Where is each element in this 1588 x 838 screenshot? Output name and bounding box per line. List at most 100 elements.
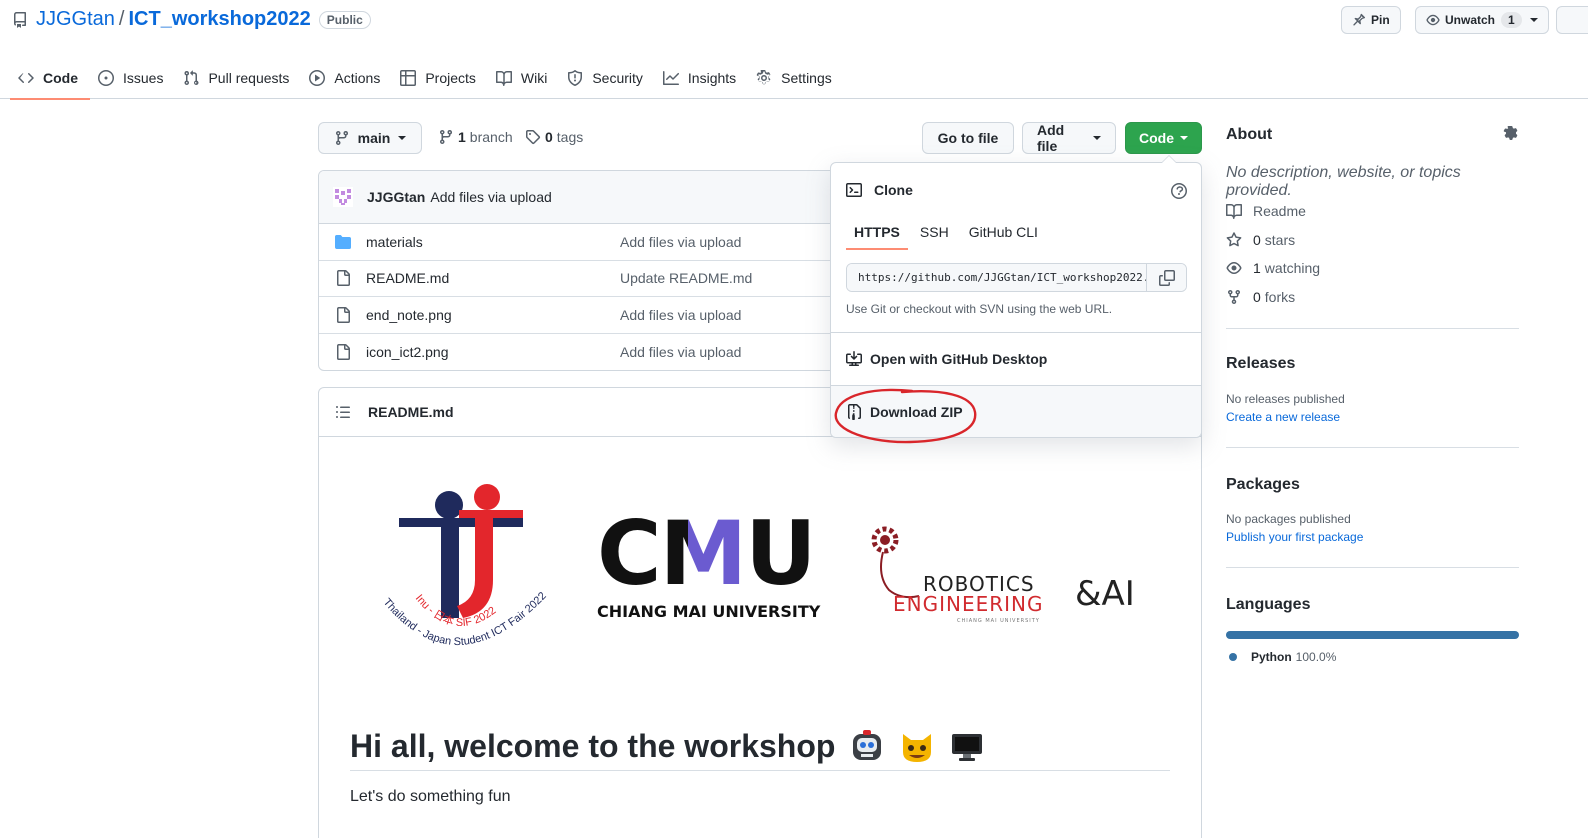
forks-label: forks xyxy=(1264,289,1296,306)
open-with-desktop-item[interactable]: Open with GitHub Desktop xyxy=(831,332,1201,385)
tab-actions[interactable]: Actions xyxy=(301,56,392,99)
tab-label: Security xyxy=(592,69,643,86)
robotics-amp-ai: &AI xyxy=(1075,574,1135,614)
readme-filename[interactable]: README.md xyxy=(368,404,454,420)
stars-count: 0 xyxy=(1253,231,1261,248)
graph-icon xyxy=(662,70,688,86)
about-title: About xyxy=(1226,126,1273,143)
branch-select-button[interactable]: main xyxy=(318,122,422,154)
unwatch-button[interactable]: Unwatch 1 xyxy=(1415,6,1549,34)
copy-icon[interactable] xyxy=(1146,264,1186,291)
commit-author[interactable]: JJGGtan xyxy=(367,189,425,205)
pin-button[interactable]: Pin xyxy=(1341,6,1401,34)
fork-button[interactable] xyxy=(1556,6,1588,34)
eye-icon xyxy=(1226,260,1253,276)
tag-icon xyxy=(525,129,545,145)
tab-label: Settings xyxy=(781,69,832,86)
repo-owner-link[interactable]: JJGGtan xyxy=(36,8,115,31)
tj-fair-logo: Thailand - Japan Student ICT Fair 2022 I… xyxy=(381,484,549,648)
issue-icon xyxy=(98,69,123,86)
tab-label: Insights xyxy=(687,69,737,86)
language-name: Python xyxy=(1251,650,1292,665)
cmu-logo-subtitle: CHIANG MAI UNIVERSITY xyxy=(597,602,821,621)
language-item[interactable]: Python 100.0% xyxy=(1226,650,1519,664)
tab-settings[interactable]: Settings xyxy=(748,56,844,99)
gear-icon[interactable] xyxy=(1503,126,1519,142)
file-commit-message[interactable]: Add files via upload xyxy=(620,307,741,323)
file-name[interactable]: end_note.png xyxy=(366,307,452,323)
watching-label: watching xyxy=(1264,260,1321,277)
add-file-button[interactable]: Add file xyxy=(1022,122,1116,154)
branch-icon xyxy=(438,129,458,145)
clone-title-label: Clone xyxy=(874,182,913,198)
releases-title[interactable]: Releases xyxy=(1226,355,1519,373)
tab-label: Issues xyxy=(123,69,164,86)
readme-paragraph: Let's do something fun xyxy=(350,788,511,805)
file-commit-message[interactable]: Add files via upload xyxy=(620,234,741,250)
list-icon[interactable] xyxy=(335,404,368,420)
branch-count: 1 xyxy=(458,129,466,145)
file-name[interactable]: README.md xyxy=(366,270,449,286)
tab-projects[interactable]: Projects xyxy=(392,56,488,99)
language-bar-python xyxy=(1226,631,1519,640)
divider xyxy=(1226,328,1519,330)
readme-heading: Hi all, welcome to the workshop xyxy=(350,722,1170,771)
tag-label: tags xyxy=(556,129,584,145)
repo-sidebar: About No description, website, or topics… xyxy=(1226,120,1519,664)
packages-empty-text: No packages published xyxy=(1226,512,1351,527)
watching-link[interactable]: 1 watching xyxy=(1226,254,1519,283)
tab-code[interactable]: Code xyxy=(10,56,90,100)
tab-ssh[interactable]: SSH xyxy=(912,218,957,250)
divider xyxy=(1226,567,1519,569)
tab-https[interactable]: HTTPS xyxy=(846,218,908,250)
book-icon xyxy=(1226,203,1253,220)
chevron-down-icon xyxy=(398,136,407,140)
cat-emoji-icon xyxy=(899,728,935,764)
publish-package-link[interactable]: Publish your first package xyxy=(1226,530,1519,544)
tab-label: Actions xyxy=(334,69,381,86)
file-commit-message[interactable]: Add files via upload xyxy=(620,344,741,360)
branches-link[interactable]: 1 branch xyxy=(438,129,513,145)
file-commit-message[interactable]: Update README.md xyxy=(620,270,752,286)
question-icon[interactable] xyxy=(1171,183,1187,199)
watch-counter: 1 xyxy=(1501,12,1522,28)
tab-label: Wiki xyxy=(520,69,548,86)
language-color-dot xyxy=(1229,653,1237,662)
go-to-file-button[interactable]: Go to file xyxy=(922,122,1014,154)
create-release-link[interactable]: Create a new release xyxy=(1226,410,1519,424)
readme-heading-text: Hi all, welcome to the workshop xyxy=(350,727,836,764)
add-file-label: Add file xyxy=(1037,122,1065,154)
packages-title[interactable]: Packages xyxy=(1226,476,1519,494)
clone-url-input[interactable] xyxy=(847,264,1147,291)
tab-pull-requests[interactable]: Pull requests xyxy=(175,56,301,99)
languages-title: Languages xyxy=(1226,596,1311,614)
cmu-logo: CMU CHIANG MAI UNIVERSITY xyxy=(597,510,837,629)
tab-wiki[interactable]: Wiki xyxy=(488,56,559,99)
download-zip-item[interactable]: Download ZIP xyxy=(831,385,1201,437)
readme-link[interactable]: Readme xyxy=(1226,197,1519,226)
stars-link[interactable]: 0 stars xyxy=(1226,226,1519,255)
forks-link[interactable]: 0 forks xyxy=(1226,283,1519,312)
code-button[interactable]: Code xyxy=(1125,122,1202,154)
file-name[interactable]: icon_ict2.png xyxy=(366,344,449,360)
file-name[interactable]: materials xyxy=(366,234,423,250)
robotics-line-3: CHIANG MAI UNIVERSITY xyxy=(957,618,1040,624)
pull-request-icon xyxy=(183,69,208,86)
language-bar xyxy=(1226,631,1519,640)
divider xyxy=(1226,447,1519,449)
commit-message[interactable]: Add files via upload xyxy=(430,189,551,205)
tab-insights[interactable]: Insights xyxy=(655,56,748,99)
eye-icon xyxy=(1426,13,1445,27)
terminal-icon xyxy=(846,182,874,198)
repo-name-link[interactable]: ICT_workshop2022 xyxy=(128,8,310,31)
watching-count: 1 xyxy=(1253,260,1261,277)
tags-link[interactable]: 0 tags xyxy=(525,129,583,145)
play-icon xyxy=(309,69,334,86)
avatar[interactable] xyxy=(333,187,353,207)
branch-name: main xyxy=(357,130,391,146)
branch-label: branch xyxy=(469,129,513,145)
tab-github-cli[interactable]: GitHub CLI xyxy=(961,218,1046,250)
tab-security[interactable]: Security xyxy=(559,56,655,99)
tab-issues[interactable]: Issues xyxy=(90,56,175,99)
repo-title: JJGGtan / ICT_workshop2022 Public xyxy=(12,8,371,31)
